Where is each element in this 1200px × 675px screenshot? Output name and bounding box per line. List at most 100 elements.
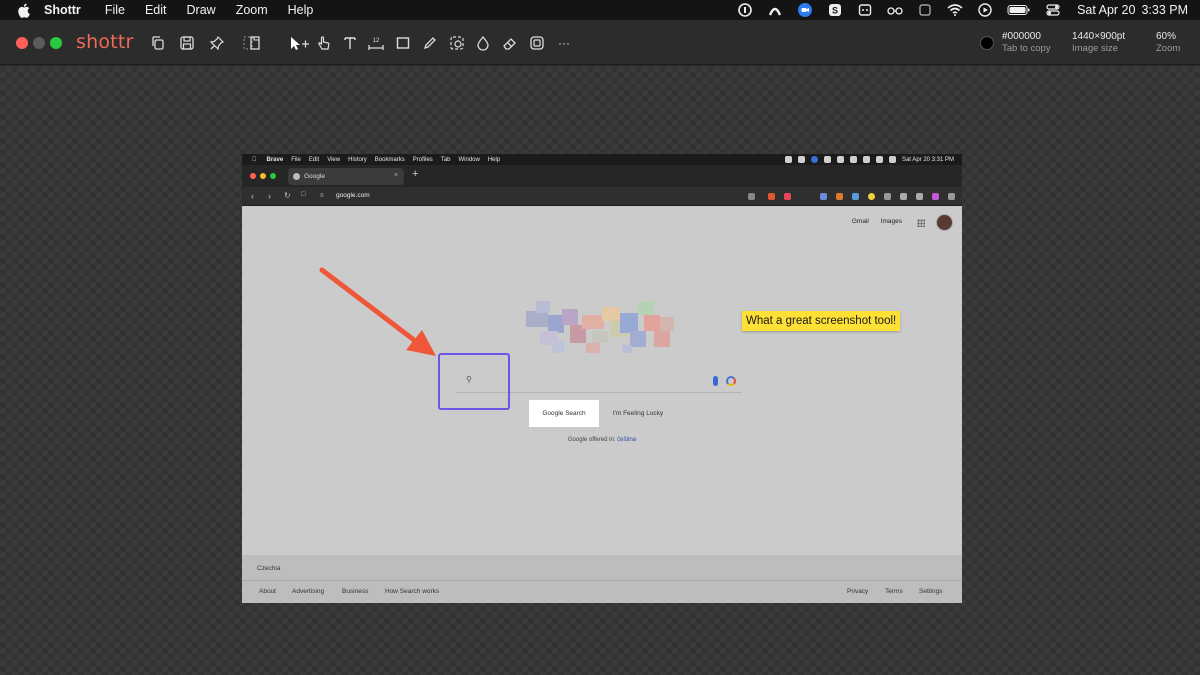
inner-reload-icon: ↻ [284,191,291,200]
inner-images-link: Images [880,218,902,225]
inner-lens-icon [726,376,736,386]
system-menubar: Shottr File Edit Draw Zoom Help S Sat Ap… [0,0,1200,20]
inner-extension-icon [852,193,859,200]
inner-footer-country: Czechia [257,565,281,572]
play-circle-icon[interactable] [977,2,993,18]
color-copy-hint: Tab to copy [1002,43,1051,54]
control-center-icon[interactable] [1045,2,1061,18]
spotlight-tool-icon[interactable] [447,33,467,53]
arrow-annotation[interactable] [310,260,450,370]
inner-minimize-dot [260,173,266,179]
inner-top-links: Gmail Images [842,218,902,225]
inner-menu-tab: Tab [436,156,451,163]
inner-url: google.com [336,192,370,199]
menu-draw[interactable]: Draw [187,3,216,17]
wifi-icon[interactable] [947,2,963,18]
inner-menu-view: View [322,156,340,163]
inner-footer-terms: Terms [885,588,903,595]
rectangle-annotation[interactable] [438,353,510,410]
zoom-info[interactable]: 60% Zoom [1156,31,1180,55]
window-close-button[interactable] [16,37,28,49]
window-minimize-button[interactable] [33,37,45,49]
menu-edit[interactable]: Edit [145,3,167,17]
menu-zoom[interactable]: Zoom [236,3,268,17]
menubar-time[interactable]: 3:33 PM [1141,3,1188,17]
inner-tray-icon [875,156,883,163]
inner-extension-icon [836,193,843,200]
text-tool-icon[interactable] [340,33,360,53]
zoom-label: Zoom [1156,43,1181,54]
inner-feeling-lucky-button: I'm Feeling Lucky [612,410,664,417]
checkbox-tray-icon[interactable] [917,2,933,18]
calendar-bot-icon[interactable] [857,2,873,18]
inner-footer-how-search-works: How Search works [385,588,440,595]
zoom-app-icon[interactable] [797,2,813,18]
apple-menu-icon[interactable] [14,1,32,19]
select-move-icon[interactable] [287,33,311,53]
inner-menu-icon [948,193,955,200]
inner-tray-icon [849,156,857,163]
inner-menu-file: File [286,156,301,163]
inner-extension-icon [868,193,875,200]
inner-address-bar: ‹ › ↻ □ ≡ google.com [242,187,962,206]
inner-site-settings-icon: ≡ [320,193,324,199]
menu-app-name[interactable]: Shottr [44,3,81,17]
inner-battery-icon [888,156,896,163]
inner-extension-icon [820,193,827,200]
inner-tab: Google × [288,168,404,185]
inner-menu-history: History [343,156,367,163]
image-size-value: 1440×900pt [1072,31,1126,42]
menu-file[interactable]: File [105,3,125,17]
hand-pointer-icon[interactable] [314,33,334,53]
inner-rewards-icon [784,193,791,200]
menu-help[interactable]: Help [288,3,314,17]
inner-footer: Czechia About Advertising Business How S… [242,555,962,603]
blur-drop-icon[interactable] [473,33,493,53]
more-options-icon[interactable]: ··· [554,33,574,53]
skype-icon[interactable]: S [827,2,843,18]
inner-footer-business: Business [342,588,369,595]
inner-zoom-dot [270,173,276,179]
menubar-date[interactable]: Sat Apr 20 [1077,3,1135,17]
inner-datetime: Sat Apr 20 3:31 PM [901,156,954,163]
pixelated-google-logo [526,301,680,355]
window-zoom-button[interactable] [50,37,62,49]
inner-gmail-link: Gmail [851,218,869,225]
inner-apps-grid-icon [917,219,925,227]
inner-forward-icon: › [268,191,271,201]
google-favicon [293,173,300,180]
inner-extension-icon [932,193,939,200]
inner-apple-icon:  [252,157,257,163]
inner-bookmark-icon: □ [301,191,306,198]
image-size-info: 1440×900pt Image size [1072,31,1125,55]
inner-extension-icon [916,193,923,200]
pencil-tool-icon[interactable] [420,33,440,53]
ruler-tool-icon[interactable]: 12 [366,33,386,53]
copy-icon[interactable] [148,33,168,53]
inner-extension-icon [900,193,907,200]
inner-footer-privacy: Privacy [847,588,869,595]
inner-menu-app: Brave [262,156,284,163]
onepassword-icon[interactable] [737,2,753,18]
glasses-icon[interactable] [887,2,903,18]
arc-icon[interactable] [767,2,783,18]
inner-tray-icon [784,156,792,163]
inner-tray-icon [797,156,805,163]
crop-resize-icon[interactable] [243,33,263,53]
pin-icon[interactable] [207,33,227,53]
inner-avatar [936,214,953,231]
inner-menu-help: Help [483,156,500,163]
captured-screenshot[interactable]:  Brave File Edit View History Bookmarks… [242,154,962,603]
save-icon[interactable] [177,33,197,53]
inner-offered-language: čeština [617,437,637,443]
picked-color-swatch[interactable] [980,36,994,50]
rectangle-tool-icon[interactable] [393,33,413,53]
color-hex-value: #000000 [1002,31,1041,42]
frame-tool-icon[interactable] [527,33,547,53]
inner-share-icon [748,193,755,200]
inner-menu-window: Window [454,156,480,163]
eraser-tool-icon[interactable] [500,33,520,53]
text-note-annotation[interactable]: What a great screenshot tool! [742,311,901,331]
color-info[interactable]: #000000 Tab to copy [1002,31,1051,55]
svg-text:S: S [832,6,838,16]
